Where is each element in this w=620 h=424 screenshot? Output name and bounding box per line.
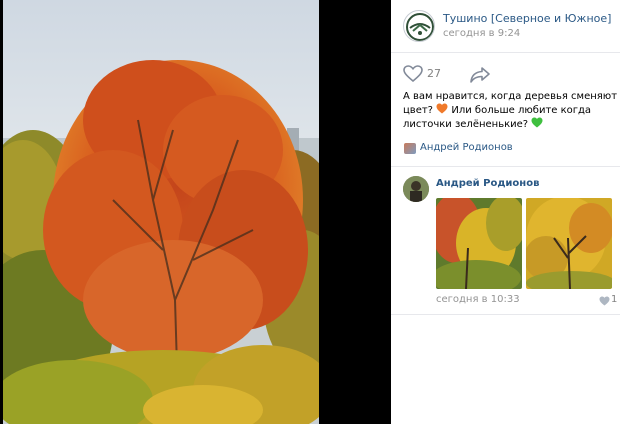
comment-like-button[interactable]: 1 (599, 294, 620, 307)
post-text: А вам нравится, когда деревья сменяют цв… (403, 90, 619, 131)
comment-timestamp[interactable]: сегодня в 10:33 (436, 294, 520, 305)
post-actions: 27 (403, 64, 503, 84)
likes-count: 27 (427, 67, 441, 80)
comment-likes-count: 1 (611, 294, 618, 305)
comment: Андрей Родионов сегодня в 10:33 1 (403, 176, 620, 311)
post-timestamp[interactable]: сегодня в 9:24 (443, 28, 520, 39)
group-avatar[interactable] (403, 10, 435, 42)
comment-photo-1[interactable] (436, 198, 522, 289)
post-header: Тушино [Северное и Южное] сегодня в 9:24 (403, 10, 620, 44)
divider (391, 52, 620, 53)
post-side-panel: Тушино [Северное и Южное] сегодня в 9:24… (391, 0, 620, 424)
commenter-avatar[interactable] (403, 176, 429, 202)
photo-viewer-backdrop (0, 0, 391, 424)
divider (391, 314, 620, 315)
author-avatar-icon (404, 143, 416, 154)
divider (391, 166, 620, 167)
post-author-name[interactable]: Андрей Родионов (420, 142, 513, 153)
share-arrow-icon[interactable] (469, 66, 491, 84)
comment-photo-2[interactable] (526, 198, 612, 289)
post-author-line[interactable]: Андрей Родионов (403, 142, 613, 156)
heart-outline-icon[interactable] (403, 65, 423, 83)
commenter-name[interactable]: Андрей Родионов (436, 178, 539, 189)
green-heart-emoji (531, 117, 543, 128)
post-photo-autumn-tree[interactable] (3, 0, 319, 424)
orange-heart-emoji (436, 103, 448, 114)
group-name-link[interactable]: Тушино [Северное и Южное] (443, 12, 611, 25)
comment-like-heart-icon (599, 296, 610, 306)
